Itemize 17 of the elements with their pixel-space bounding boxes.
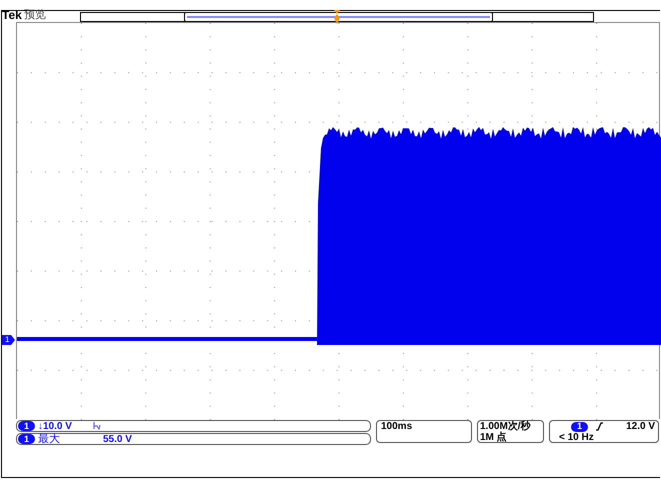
trigger-level: 12.0 V — [626, 421, 655, 432]
sample-rate: 1.00M次/秒 — [480, 421, 532, 432]
brand-label: Tek — [2, 9, 22, 21]
channel-marker: 1 — [2, 335, 15, 345]
rising-edge-icon — [596, 422, 603, 431]
scale-value: ↓10.0 V — [38, 420, 72, 433]
channel-badge: 1 — [571, 422, 588, 432]
measurement-label: 最大 — [38, 432, 61, 447]
mode-label: 预览 — [24, 10, 46, 21]
measurement-value: 55.0 V — [103, 432, 132, 446]
bandwidth-limit-icon — [92, 422, 101, 430]
channel-badge: 1 — [18, 421, 35, 431]
record-length: 1M 点 — [480, 432, 508, 443]
trigger-position-icon — [334, 10, 340, 24]
channel-badge: 1 — [18, 434, 35, 444]
timebase-readout: 100ms — [376, 420, 472, 443]
trigger-frequency: < 10 Hz — [559, 432, 595, 443]
